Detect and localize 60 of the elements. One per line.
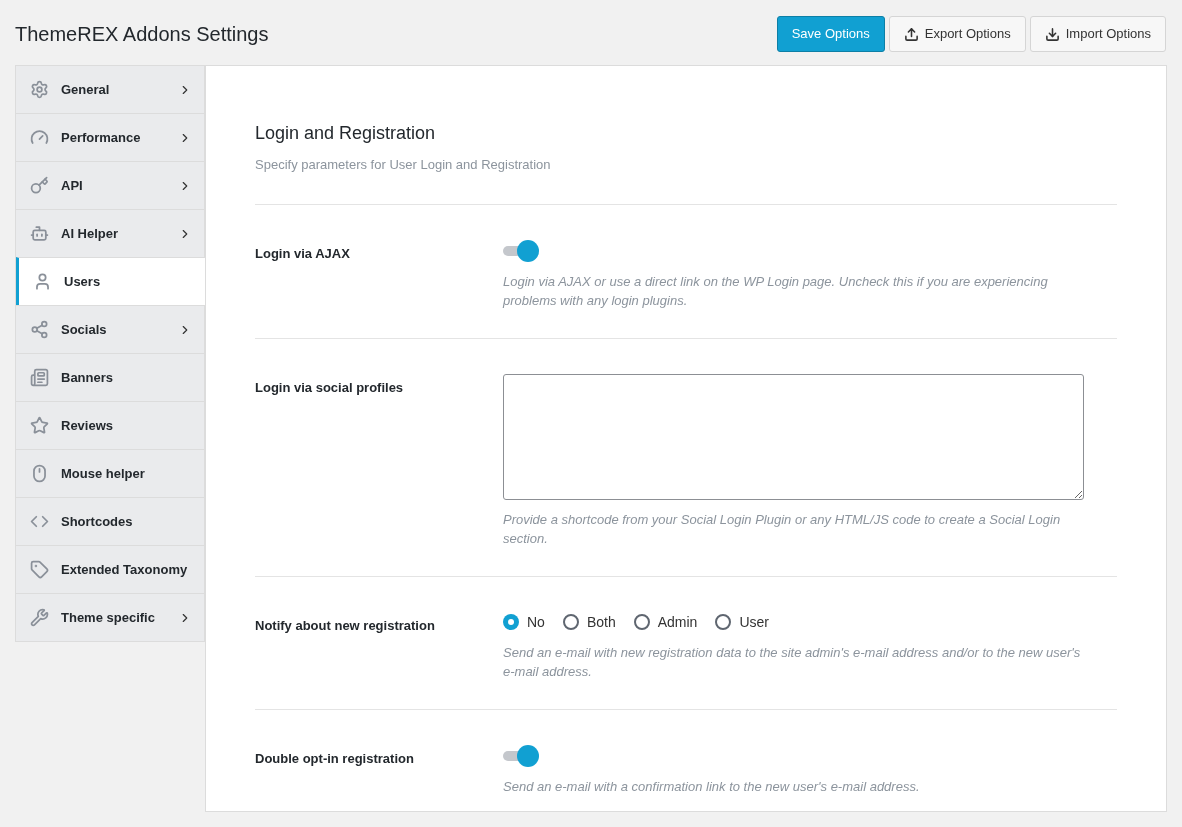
sidebar-label: Performance xyxy=(61,128,142,147)
sidebar-item[interactable]: Users xyxy=(16,257,205,305)
radio-option[interactable]: User xyxy=(715,611,769,633)
upload-icon xyxy=(903,26,919,42)
star-icon xyxy=(30,416,49,435)
sidebar-label: AI Helper xyxy=(61,224,120,243)
key-icon xyxy=(30,176,49,195)
section-subtitle: Specify parameters for User Login and Registration xyxy=(255,156,552,174)
mouse-icon xyxy=(30,464,49,483)
sidebar-item[interactable]: Reviews xyxy=(16,401,205,449)
sidebar-label: Shortcodes xyxy=(61,512,134,531)
sidebar-item[interactable]: Extended Taxonomy xyxy=(16,545,205,593)
gauge-icon xyxy=(30,128,49,147)
share-icon xyxy=(30,320,49,339)
sidebar-item[interactable]: General xyxy=(16,65,205,113)
field-description: Provide a shortcode from your Social Login Plugin or any HTML/JS code to create a Social Login section. xyxy=(503,510,1062,548)
sidebar-item[interactable]: Banners xyxy=(16,353,205,401)
radio-option[interactable]: Admin xyxy=(633,611,698,633)
section-title: Login and Registration xyxy=(255,122,437,145)
sidebar-label: Reviews xyxy=(61,416,115,435)
sidebar-label: Socials xyxy=(61,320,108,339)
sidebar-item[interactable]: Performance xyxy=(16,113,205,161)
radio-button[interactable] xyxy=(562,614,579,630)
robot-icon xyxy=(30,224,49,243)
user-icon xyxy=(33,272,52,291)
sidebar-item[interactable]: API xyxy=(16,161,205,209)
sidebar-label: Users xyxy=(64,272,102,291)
radio-option[interactable]: No xyxy=(503,611,545,633)
toggle-switch[interactable] xyxy=(503,239,539,262)
sidebar-item[interactable]: Shortcodes xyxy=(16,497,205,545)
sidebar-label: Theme specific xyxy=(61,608,156,627)
sidebar-label: API xyxy=(61,176,84,195)
radio-button[interactable] xyxy=(503,614,519,630)
sidebar-label: Banners xyxy=(61,368,115,387)
gear-icon xyxy=(30,80,49,99)
radio-button[interactable] xyxy=(633,614,650,630)
field-label: Login via AJAX xyxy=(255,245,350,261)
radio-option[interactable]: Both xyxy=(562,611,616,633)
field-description: Send an e-mail with new registration data to the site admin's e-mail address and/or to the new user's e-mail address. xyxy=(503,643,1082,681)
sidebar-item[interactable]: Socials xyxy=(16,305,205,353)
sidebar-item[interactable]: Theme specific xyxy=(16,593,205,641)
export-button[interactable]: Export Options xyxy=(888,16,1026,52)
page-title: ThemeREX Addons Settings xyxy=(15,22,269,47)
sidebar-item[interactable]: AI Helper xyxy=(16,209,205,257)
field-description: Login via AJAX or use a direct link on the WP Login page. Uncheck this if you are experiencing problems with any login plugins. xyxy=(503,272,1049,310)
sidebar-label: General xyxy=(61,80,111,99)
tag-icon xyxy=(30,560,49,579)
download-icon xyxy=(1044,26,1060,42)
newspaper-icon xyxy=(30,368,49,387)
wrench-icon xyxy=(30,608,49,627)
toggle-switch[interactable] xyxy=(503,744,539,767)
field-label: Notify about new registration xyxy=(255,617,435,633)
sidebar-label: Extended Taxonomy xyxy=(61,560,189,579)
field-label: Double opt-in registration xyxy=(255,750,414,766)
sidebar-label: Mouse helper xyxy=(61,464,146,483)
field-label: Login via social profiles xyxy=(255,379,404,395)
import-button[interactable]: Import Options xyxy=(1029,16,1166,52)
sidebar-item[interactable]: Mouse helper xyxy=(16,449,205,497)
radio-button[interactable] xyxy=(715,614,732,630)
field-description: Send an e-mail with a confirmation link to the new user's e-mail address. xyxy=(503,777,921,796)
